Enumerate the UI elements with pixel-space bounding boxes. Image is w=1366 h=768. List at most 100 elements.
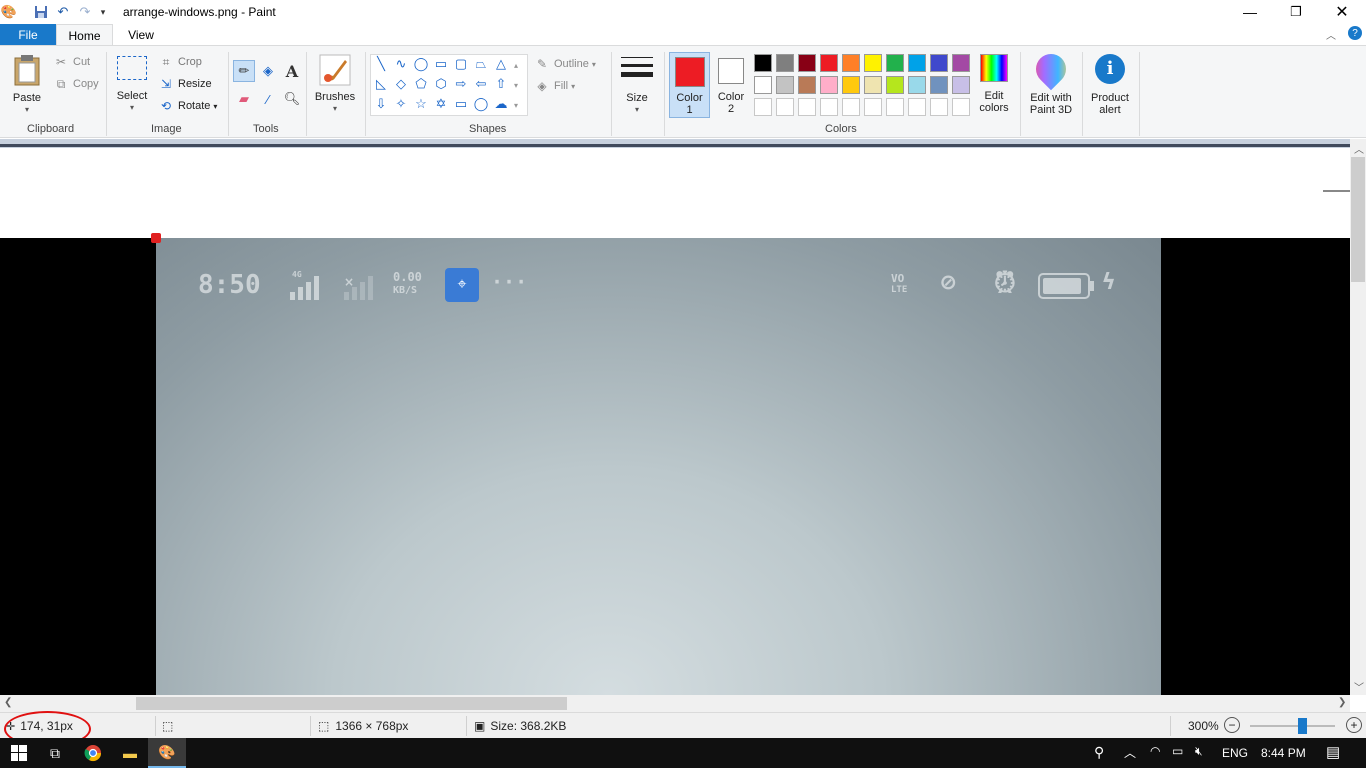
palette-custom-slot[interactable] bbox=[798, 98, 816, 116]
save-icon[interactable] bbox=[32, 3, 50, 21]
undo-icon[interactable]: ↶ bbox=[54, 3, 72, 21]
curve-shape-icon[interactable]: ∿ bbox=[392, 55, 410, 73]
clock[interactable]: 8:44 PM bbox=[1261, 746, 1306, 760]
six-point-star-shape-icon[interactable]: ✡ bbox=[432, 95, 450, 113]
canvas-blank-area[interactable] bbox=[0, 148, 1350, 238]
up-arrow-shape-icon[interactable]: ⇧ bbox=[492, 75, 510, 93]
horizontal-scrollbar-thumb[interactable] bbox=[136, 697, 567, 710]
restore-button[interactable]: ❐ bbox=[1273, 0, 1319, 24]
down-arrow-shape-icon[interactable]: ⇩ bbox=[372, 95, 390, 113]
resize-button[interactable]: ⇲ Resize bbox=[158, 76, 212, 92]
resize-handle[interactable] bbox=[1323, 190, 1350, 192]
shapes-scroll[interactable]: ▴ ▾ ▾ bbox=[514, 56, 518, 116]
volume-muted-icon[interactable]: 🔇︎ bbox=[1195, 744, 1203, 759]
eraser-icon[interactable]: ▰ bbox=[233, 88, 255, 110]
fill-bucket-icon[interactable]: ◈ bbox=[257, 60, 279, 82]
rounded-callout-shape-icon[interactable]: ▭ bbox=[452, 95, 470, 113]
palette-custom-slot[interactable] bbox=[864, 98, 882, 116]
palette-custom-slot[interactable] bbox=[908, 98, 926, 116]
palette-custom-slot[interactable] bbox=[952, 98, 970, 116]
palette-swatch[interactable] bbox=[908, 76, 926, 94]
edit-colors-button[interactable]: Edit colors bbox=[976, 54, 1012, 114]
pasted-image[interactable]: 8:50 4G × 0.00 KB/S ⌖ ··· VO LTE ⊘ ⏰︎ ϟ bbox=[0, 238, 1350, 695]
chevron-down-icon[interactable]: ▾ bbox=[94, 3, 112, 21]
oval-shape-icon[interactable]: ◯ bbox=[412, 55, 430, 73]
scroll-up-icon[interactable]: ︿ bbox=[1354, 141, 1364, 156]
close-button[interactable]: ✕ bbox=[1319, 0, 1365, 24]
palette-swatch[interactable] bbox=[930, 54, 948, 72]
magnifier-icon[interactable]: 🔍︎ bbox=[281, 88, 303, 110]
palette-custom-slot[interactable] bbox=[820, 98, 838, 116]
line-shape-icon[interactable]: ╲ bbox=[372, 55, 390, 73]
brushes-button[interactable]: Brushes ▾ bbox=[313, 54, 357, 115]
people-icon[interactable]: ⚲ bbox=[1094, 744, 1104, 761]
zoom-in-icon[interactable]: + bbox=[1346, 717, 1362, 733]
size-button[interactable]: Size ▾ bbox=[617, 54, 657, 116]
wifi-icon[interactable]: ◠ bbox=[1150, 744, 1160, 758]
vertical-scrollbar[interactable]: ︿ ﹀ bbox=[1350, 139, 1366, 695]
palette-custom-slot[interactable] bbox=[930, 98, 948, 116]
paste-button[interactable]: Paste ▾ bbox=[8, 54, 46, 116]
scroll-down-icon[interactable]: ﹀ bbox=[1354, 679, 1364, 694]
vertical-scrollbar-thumb[interactable] bbox=[1351, 157, 1365, 282]
task-view-icon[interactable]: ⧉ bbox=[36, 738, 74, 768]
scroll-left-icon[interactable]: ❮ bbox=[4, 697, 12, 708]
palette-swatch[interactable] bbox=[798, 76, 816, 94]
palette-swatch[interactable] bbox=[842, 54, 860, 72]
diamond-shape-icon[interactable]: ◇ bbox=[392, 75, 410, 93]
paint-taskbar-icon[interactable]: 🎨 bbox=[148, 738, 186, 768]
file-explorer-icon[interactable]: ▬ bbox=[111, 738, 149, 768]
palette-custom-slot[interactable] bbox=[842, 98, 860, 116]
triangle-shape-icon[interactable]: △ bbox=[492, 55, 510, 73]
chrome-icon[interactable] bbox=[74, 738, 112, 768]
redo-icon[interactable]: ↷ bbox=[76, 3, 94, 21]
polygon-shape-icon[interactable]: ⏢ bbox=[472, 55, 490, 73]
palette-swatch[interactable] bbox=[820, 76, 838, 94]
palette-swatch[interactable] bbox=[886, 76, 904, 94]
pencil-icon[interactable]: ✏ bbox=[233, 60, 255, 82]
palette-swatch[interactable] bbox=[886, 54, 904, 72]
crop-button[interactable]: ⌗ Crop bbox=[158, 54, 202, 70]
outline-button[interactable]: ✎ Outline ▾ bbox=[534, 56, 596, 72]
palette-custom-slot[interactable] bbox=[776, 98, 794, 116]
language-indicator[interactable]: ENG bbox=[1222, 746, 1248, 760]
color2-button[interactable]: Color 2 bbox=[712, 52, 750, 118]
rounded-rectangle-shape-icon[interactable]: ▢ bbox=[452, 55, 470, 73]
palette-swatch[interactable] bbox=[798, 54, 816, 72]
tab-file[interactable]: File bbox=[0, 24, 56, 46]
rectangle-shape-icon[interactable]: ▭ bbox=[432, 55, 450, 73]
four-point-star-shape-icon[interactable]: ✧ bbox=[392, 95, 410, 113]
color-picker-icon[interactable]: ⁄ bbox=[257, 88, 279, 110]
left-arrow-shape-icon[interactable]: ⇦ bbox=[472, 75, 490, 93]
select-button[interactable]: Select ▾ bbox=[114, 56, 150, 114]
pentagon-shape-icon[interactable]: ⬠ bbox=[412, 75, 430, 93]
scroll-right-icon[interactable]: ❯ bbox=[1338, 697, 1346, 708]
palette-swatch[interactable] bbox=[864, 54, 882, 72]
palette-custom-slot[interactable] bbox=[754, 98, 772, 116]
zoom-out-icon[interactable]: − bbox=[1224, 717, 1240, 733]
help-icon[interactable]: ? bbox=[1348, 26, 1362, 40]
action-center-icon[interactable]: ▤ bbox=[1326, 743, 1340, 761]
five-point-star-shape-icon[interactable]: ☆ bbox=[412, 95, 430, 113]
palette-custom-slot[interactable] bbox=[886, 98, 904, 116]
tray-expand-icon[interactable]: ︿ bbox=[1124, 744, 1136, 761]
copy-button[interactable]: ⧉ Copy bbox=[53, 76, 99, 92]
minimize-button[interactable]: — bbox=[1227, 0, 1273, 24]
right-arrow-shape-icon[interactable]: ⇨ bbox=[452, 75, 470, 93]
windows-start-icon[interactable] bbox=[0, 738, 38, 768]
palette-swatch[interactable] bbox=[754, 76, 772, 94]
tab-home[interactable]: Home bbox=[56, 24, 113, 47]
zoom-slider-track[interactable] bbox=[1250, 725, 1335, 727]
canvas-workspace[interactable]: 8:50 4G × 0.00 KB/S ⌖ ··· VO LTE ⊘ ⏰︎ ϟ bbox=[0, 139, 1350, 695]
paint-app-icon[interactable]: 🎨 bbox=[0, 3, 18, 21]
collapse-ribbon-icon[interactable]: ︿ bbox=[1326, 27, 1336, 42]
right-triangle-shape-icon[interactable]: ◺ bbox=[372, 75, 390, 93]
tab-view[interactable]: View bbox=[113, 24, 169, 46]
rotate-button[interactable]: ⟲ Rotate ▾ bbox=[158, 98, 217, 114]
palette-swatch[interactable] bbox=[776, 54, 794, 72]
palette-swatch[interactable] bbox=[754, 54, 772, 72]
palette-swatch[interactable] bbox=[930, 76, 948, 94]
text-tool-icon[interactable]: A bbox=[281, 60, 303, 82]
palette-swatch[interactable] bbox=[776, 76, 794, 94]
horizontal-scrollbar[interactable]: ❮ ❯ bbox=[0, 695, 1350, 712]
